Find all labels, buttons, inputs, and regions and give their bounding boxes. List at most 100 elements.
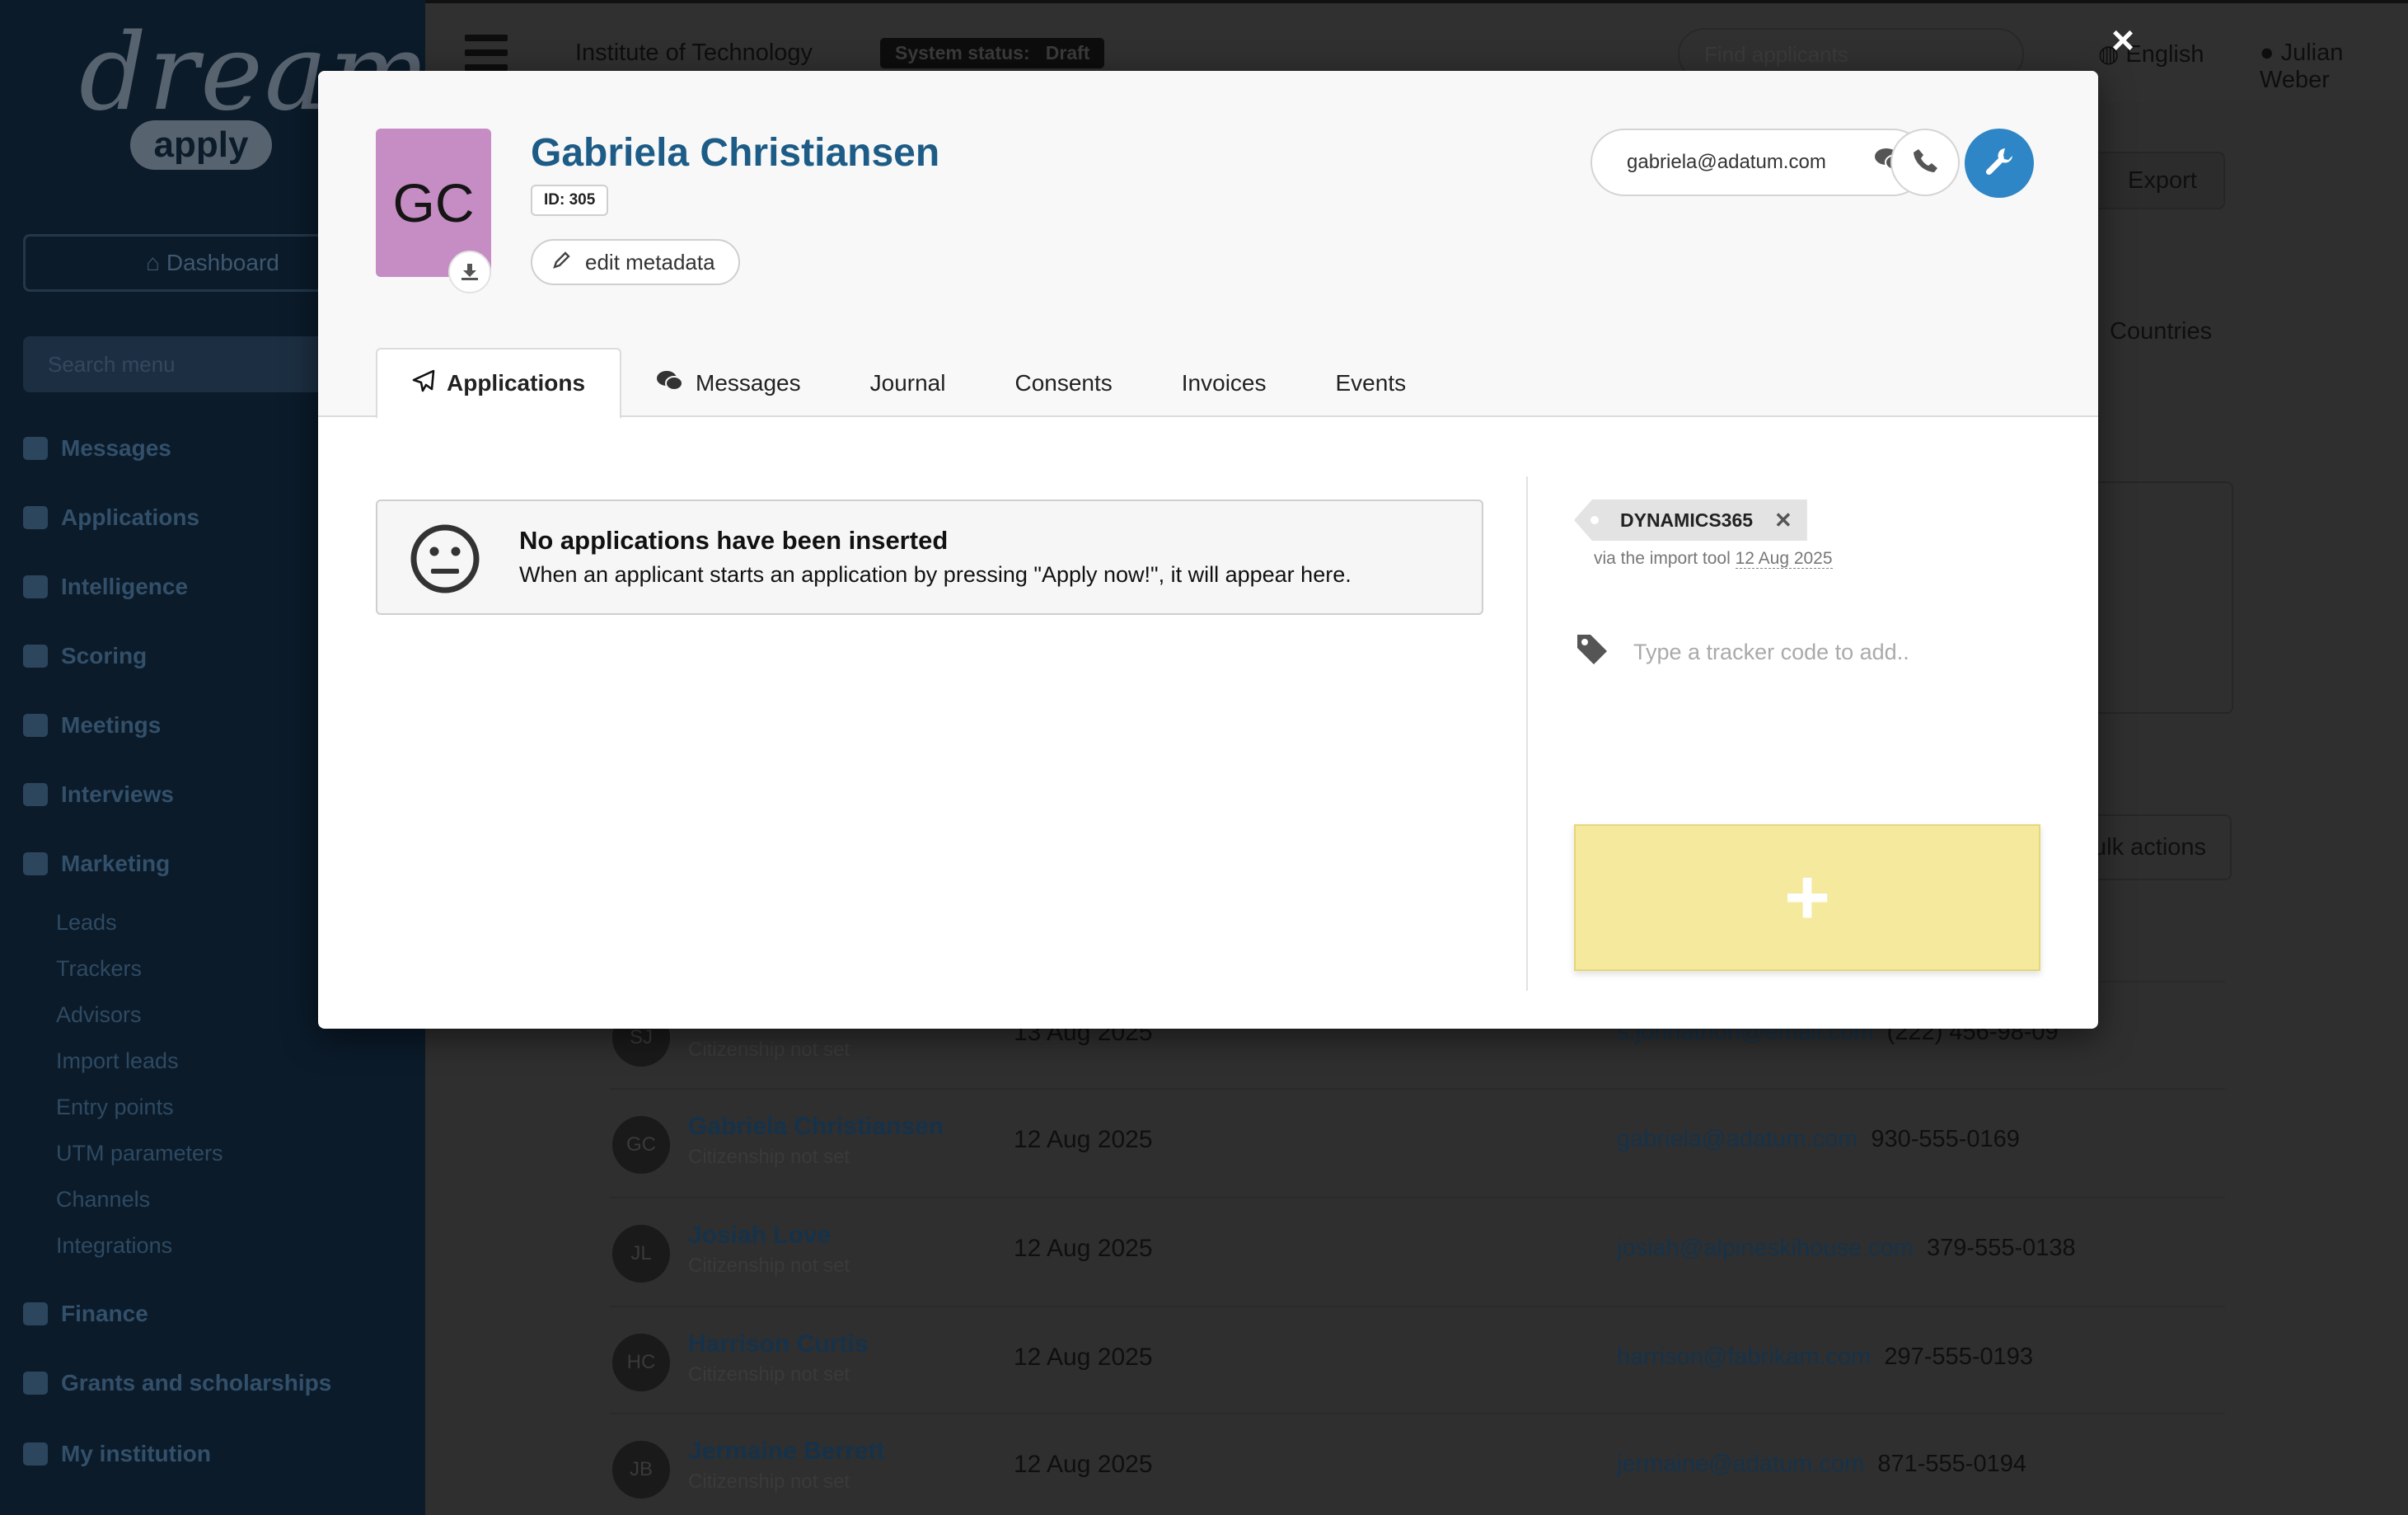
row-citizenship: Citizenship not set xyxy=(688,1039,850,1061)
chat-bubbles-icon xyxy=(656,369,684,398)
sidebar-item-meetings[interactable]: Meetings xyxy=(23,712,161,739)
avatar: GC xyxy=(612,1116,670,1174)
row-citizenship: Citizenship not set xyxy=(688,1363,850,1386)
filter-panel xyxy=(2093,481,2233,714)
phone-button[interactable] xyxy=(1890,129,1960,196)
email-contact-button[interactable]: gabriela@adatum.com xyxy=(1590,129,1927,196)
video-icon xyxy=(23,783,48,806)
close-modal-button[interactable]: × xyxy=(2111,21,2134,61)
marketing-icon xyxy=(23,852,48,875)
tab-label: Applications xyxy=(447,370,586,396)
system-status-badge: System status: Draft xyxy=(880,38,1105,68)
institution-icon xyxy=(23,1442,48,1466)
row-email[interactable]: gabriela@adatum.com xyxy=(1617,1126,1858,1152)
money-icon xyxy=(23,1302,48,1325)
table-row[interactable]: GC Gabriela Christiansen Citizenship not… xyxy=(610,1088,2225,1195)
sidebar-item-scoring[interactable]: Scoring xyxy=(23,643,147,669)
table-row[interactable]: JL Josiah Love Citizenship not set 12 Au… xyxy=(610,1197,2225,1304)
row-citizenship: Citizenship not set xyxy=(688,1146,850,1168)
pencil-icon xyxy=(552,250,572,275)
row-contact: gabriela@adatum.com 930-555-0169 xyxy=(1617,1126,2020,1153)
sidebar-item-marketing[interactable]: Marketing xyxy=(23,851,170,877)
tracker-code-input[interactable]: Type a tracker code to add.. xyxy=(1574,631,1909,673)
tag-hole xyxy=(1590,516,1599,524)
row-name[interactable]: Gabriela Christiansen xyxy=(688,1113,944,1141)
sidebar-sub-integrations[interactable]: Integrations xyxy=(56,1233,172,1259)
row-date: 12 Aug 2025 xyxy=(1014,1126,1153,1153)
sidebar-sub-utm-parameters[interactable]: UTM parameters xyxy=(56,1141,223,1166)
tracker-input-placeholder: Type a tracker code to add.. xyxy=(1633,640,1909,664)
sidebar-item-label: Messages xyxy=(61,435,171,461)
edit-metadata-label: edit metadata xyxy=(585,249,715,274)
countries-filter[interactable]: Countries xyxy=(2110,318,2212,345)
applicant-modal: GC Gabriela Christiansen ID: 305 edit me… xyxy=(318,71,2098,1029)
sidebar-item-label: Interviews xyxy=(61,781,174,807)
applicant-tabs: Applications Messages Journal Consents I… xyxy=(376,348,1441,419)
tab-events[interactable]: Events xyxy=(1301,348,1441,419)
paper-plane-icon xyxy=(412,369,435,398)
tab-consents[interactable]: Consents xyxy=(980,348,1146,419)
sidebar-item-applications[interactable]: Applications xyxy=(23,504,199,531)
sidebar-item-finance[interactable]: Finance xyxy=(23,1301,148,1327)
applicant-name: Gabriela Christiansen xyxy=(531,131,940,175)
avatar: JB xyxy=(612,1441,670,1499)
settings-wrench-button[interactable] xyxy=(1965,129,2034,198)
sidebar-sub-channels[interactable]: Channels xyxy=(56,1187,150,1212)
empty-applications-notice: No applications have been inserted When … xyxy=(376,500,1483,615)
row-phone: 297-555-0193 xyxy=(1884,1344,2033,1370)
sidebar-item-label: Intelligence xyxy=(61,574,189,599)
tab-journal[interactable]: Journal xyxy=(836,348,981,419)
row-date: 12 Aug 2025 xyxy=(1014,1344,1153,1371)
sidebar-sub-leads[interactable]: Leads xyxy=(56,910,117,936)
row-name[interactable]: Jermaine Berrett xyxy=(688,1438,884,1466)
sidebar-item-label: Finance xyxy=(61,1301,148,1326)
sidebar-item-interviews[interactable]: Interviews xyxy=(23,781,174,808)
tab-applications[interactable]: Applications xyxy=(376,348,622,419)
user-menu[interactable]: ● Julian Weber xyxy=(2260,40,2408,94)
table-row[interactable]: JB Jermaine Berrett Citizenship not set … xyxy=(610,1413,2225,1515)
row-contact: josiah@alpineskihouse.com 379-555-0138 xyxy=(1617,1235,2076,1262)
row-phone: 930-555-0169 xyxy=(1871,1126,2020,1152)
sidebar-item-my-institution[interactable]: My institution xyxy=(23,1441,211,1467)
sidebar-sub-advisors[interactable]: Advisors xyxy=(56,1002,142,1028)
neutral-face-icon xyxy=(409,523,481,599)
tracker-source-label: via the import tool xyxy=(1594,549,1731,568)
sidebar-item-intelligence[interactable]: Intelligence xyxy=(23,574,188,600)
row-citizenship: Citizenship not set xyxy=(688,1470,850,1493)
sidebar-sub-import-leads[interactable]: Import leads xyxy=(56,1048,179,1074)
download-icon[interactable] xyxy=(448,251,491,293)
row-email[interactable]: josiah@alpineskihouse.com xyxy=(1617,1235,1914,1261)
add-note-button[interactable]: + xyxy=(1574,824,2040,971)
row-contact: harrison@fabrikam.com 297-555-0193 xyxy=(1617,1344,2033,1371)
wrench-icon xyxy=(1983,145,2016,182)
row-email[interactable]: harrison@fabrikam.com xyxy=(1617,1344,1871,1370)
tab-messages[interactable]: Messages xyxy=(621,348,836,419)
phone-icon xyxy=(1911,147,1939,179)
sidebar-item-grants[interactable]: Grants and scholarships xyxy=(23,1370,331,1396)
sidebar-sub-trackers[interactable]: Trackers xyxy=(56,956,142,982)
hamburger-menu-icon[interactable] xyxy=(465,35,508,71)
sidebar-item-label: Marketing xyxy=(61,851,171,876)
remove-tag-icon[interactable]: ✕ xyxy=(1774,508,1792,533)
row-email[interactable]: jermaine@adatum.com xyxy=(1617,1451,1864,1477)
row-name[interactable]: Harrison Curtis xyxy=(688,1330,868,1358)
row-date: 12 Aug 2025 xyxy=(1014,1235,1153,1262)
row-name[interactable]: Josiah Love xyxy=(688,1222,831,1250)
avatar: JL xyxy=(612,1225,670,1283)
status-label: System status: xyxy=(895,42,1030,63)
tracker-tag-label: DYNAMICS365 xyxy=(1620,509,1754,531)
status-value: Draft xyxy=(1045,42,1090,63)
table-row[interactable]: HC Harrison Curtis Citizenship not set 1… xyxy=(610,1306,2225,1413)
avatar: HC xyxy=(612,1334,670,1391)
heart-icon xyxy=(23,1372,48,1395)
logo-apply: apply xyxy=(130,120,272,170)
dashboard-label: Dashboard xyxy=(166,250,279,275)
lightbulb-icon xyxy=(23,575,48,598)
sidebar-sub-entry-points[interactable]: Entry points xyxy=(56,1095,174,1120)
tab-invoices[interactable]: Invoices xyxy=(1147,348,1301,419)
row-citizenship: Citizenship not set xyxy=(688,1255,850,1277)
empty-title: No applications have been inserted xyxy=(519,526,949,555)
edit-metadata-button[interactable]: edit metadata xyxy=(531,239,740,285)
sidebar-item-messages[interactable]: Messages xyxy=(23,435,171,462)
calendar-icon xyxy=(23,714,48,737)
